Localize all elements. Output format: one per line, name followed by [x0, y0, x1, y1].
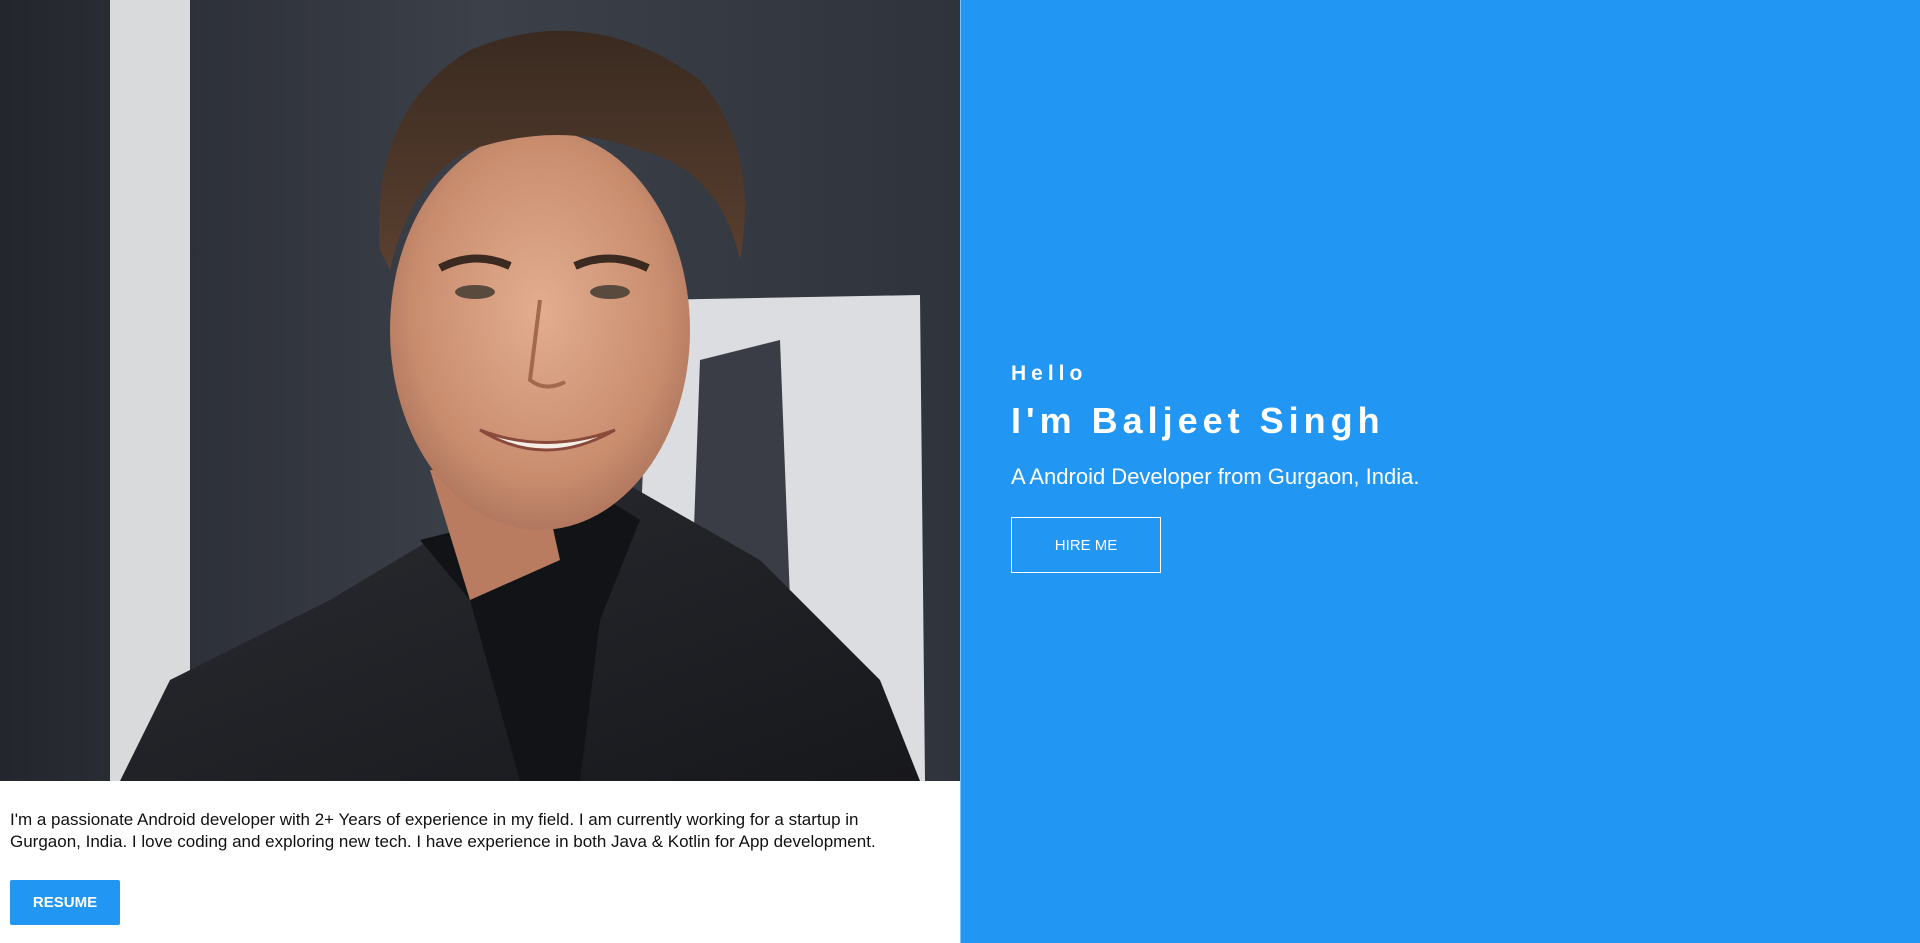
profile-photo [0, 0, 960, 781]
resume-button[interactable]: RESUME [10, 880, 120, 925]
hero-intro: Hello I'm Baljeet Singh A Android Develo… [1011, 362, 1419, 573]
hire-me-button[interactable]: HIRE ME [1011, 517, 1161, 573]
bio-text: I'm a passionate Android developer with … [10, 810, 876, 851]
tagline-text: A Android Developer from Gurgaon, India. [1011, 464, 1420, 489]
about-panel: I'm a passionate Android developer with … [0, 0, 960, 943]
name-heading: I'm Baljeet Singh [1011, 400, 1385, 441]
page: I'm a passionate Android developer with … [0, 0, 1920, 943]
hero-panel: Hello I'm Baljeet Singh A Android Develo… [960, 0, 1920, 943]
greeting-text: Hello [1011, 362, 1088, 385]
